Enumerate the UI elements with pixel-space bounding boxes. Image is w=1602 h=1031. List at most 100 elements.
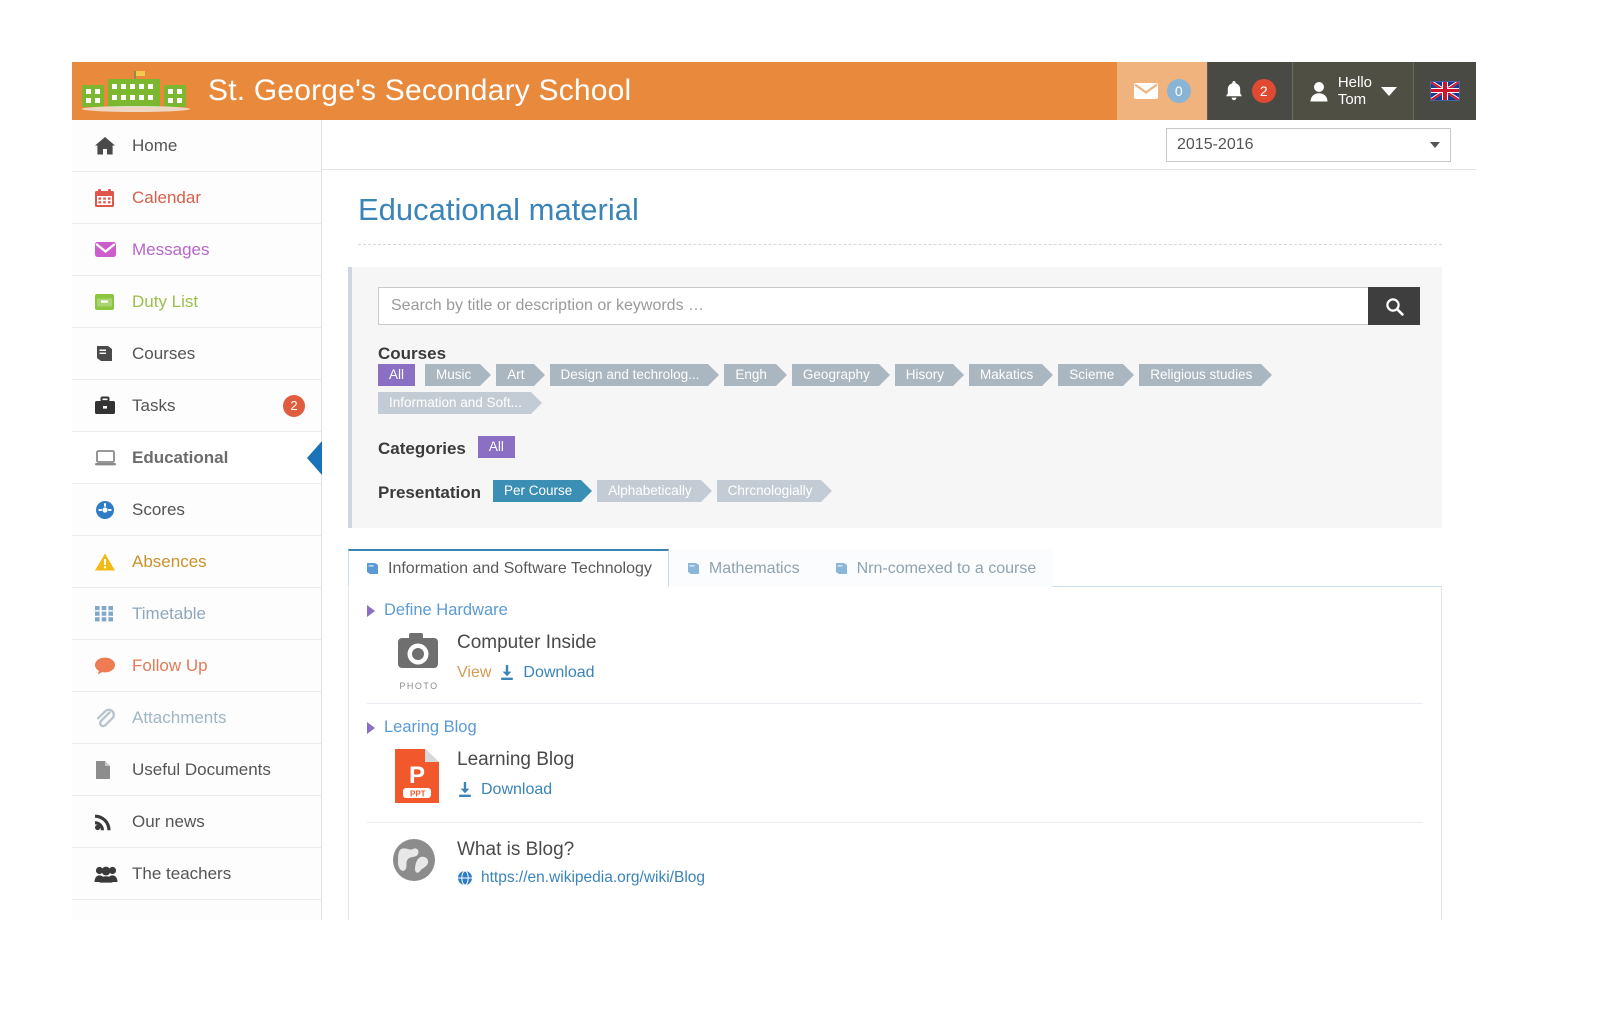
sidebar-label: Calendar (132, 187, 201, 207)
presentation-filter-row: Presentation Per Course Alphabetically C… (378, 480, 1420, 508)
material-title: Computer Inside (457, 632, 597, 653)
page-body: Home Calendar Messages Duty List Courses… (72, 120, 1476, 920)
sidebar-item-timetable[interactable]: Timetable (72, 588, 321, 640)
uk-flag-icon (1430, 81, 1460, 101)
course-pill[interactable]: Religious studies (1139, 364, 1273, 386)
material-item: What is Blog? https://en.wikipedia.org/w… (349, 823, 1441, 900)
tab-label: Information and Software Technology (388, 559, 652, 577)
course-pill[interactable]: Engh (724, 364, 787, 386)
material-title: Learning Blog (457, 749, 575, 770)
sidebar-item-attachments[interactable]: Attachments (72, 692, 321, 744)
paperclip-icon (94, 708, 124, 728)
view-link[interactable]: View (457, 664, 491, 682)
rss-icon (94, 812, 124, 831)
group-title: Define Hardware (384, 601, 508, 619)
sidebar-item-calendar[interactable]: Calendar (72, 172, 321, 224)
presentation-pill-alphabetically[interactable]: Alphabetically (597, 480, 712, 502)
sidebar-item-follow-up[interactable]: Follow Up (72, 640, 321, 692)
material-url-link[interactable]: https://en.wikipedia.org/wiki/Blog (481, 869, 705, 887)
chevron-right-icon (367, 604, 375, 617)
courses-filter-label: Courses (378, 344, 447, 363)
messages-button[interactable]: 0 (1116, 62, 1207, 120)
sidebar-item-scores[interactable]: Scores (72, 484, 321, 536)
material-item: PHOTO Computer Inside View Download (349, 622, 1441, 703)
material-item: P PPT Learning Blog Download (349, 739, 1441, 822)
svg-text:P: P (409, 762, 425, 789)
sidebar-item-educational[interactable]: Educational (72, 432, 322, 484)
tab-information-and-software-technology[interactable]: Information and Software Technology (348, 549, 669, 587)
search-input[interactable] (378, 287, 1368, 325)
presentation-pill-per-course[interactable]: Per Course (492, 480, 593, 502)
school-name-title: St. George's Secondary School (208, 74, 632, 107)
group-title: Learing Blog (384, 718, 477, 736)
chevron-down-icon (1381, 86, 1397, 96)
sidebar-item-the-teachers[interactable]: The teachers (72, 848, 321, 900)
gauge-icon (94, 500, 124, 520)
sidebar-label: Home (132, 135, 178, 155)
tab-non-connected-to-a-course[interactable]: Nrn-comexed to a course (816, 549, 1054, 587)
sidebar-item-home[interactable]: Home (72, 120, 321, 172)
category-pill-all[interactable]: All (477, 436, 515, 458)
material-body: Learning Blog Download (447, 747, 574, 810)
application-window: St. George's Secondary School 0 2 Hello … (72, 62, 1476, 920)
material-title: What is Blog? (457, 839, 575, 860)
active-item-marker-icon (307, 440, 322, 475)
course-pill-all[interactable]: All (378, 364, 416, 386)
laptop-icon (94, 449, 124, 467)
book-icon (94, 344, 124, 363)
top-header-bar: St. George's Secondary School 0 2 Hello … (72, 62, 1476, 120)
material-group-header[interactable]: Learing Blog (349, 704, 1441, 739)
tab-content-panel: Define Hardware PHOTO Computer Inside Vi… (348, 587, 1442, 920)
material-group-header[interactable]: Define Hardware (349, 587, 1441, 622)
search-button[interactable] (1368, 287, 1420, 325)
course-pill[interactable]: Music (425, 364, 492, 386)
course-pill[interactable]: Makatics (968, 364, 1054, 386)
calendar-icon (94, 188, 124, 208)
download-link[interactable]: Download (481, 781, 552, 799)
globe-icon (391, 837, 447, 888)
course-pill[interactable]: Design and techrolog... (549, 364, 720, 386)
sidebar-item-tasks[interactable]: Tasks 2 (72, 380, 321, 432)
sidebar-item-duty-list[interactable]: Duty List (72, 276, 321, 328)
user-menu-button[interactable]: Hello Tom (1291, 62, 1413, 120)
messages-count-badge: 0 (1166, 79, 1191, 103)
notifications-button[interactable]: 2 (1206, 62, 1292, 120)
chat-bubble-icon (94, 656, 124, 675)
tab-mathematics[interactable]: Mathematics (668, 549, 817, 587)
globe-small-icon (458, 870, 472, 886)
course-pill[interactable]: Art (496, 364, 545, 386)
envelope-icon (1133, 83, 1158, 99)
sidebar-item-useful-documents[interactable]: Useful Documents (72, 744, 321, 796)
person-icon (1310, 81, 1328, 101)
book-icon (835, 563, 847, 574)
page-title: Educational material (358, 192, 639, 227)
school-year-select[interactable]: 2015-2016 (1166, 127, 1451, 162)
tab-label: Nrn-comexed to a course (856, 559, 1037, 577)
sidebar-item-courses[interactable]: Courses (72, 328, 321, 380)
presentation-pill-chronologically[interactable]: Chrcnologially (716, 480, 833, 502)
home-icon (94, 136, 124, 156)
main-content: 2015-2016 Educational material Search by… (322, 120, 1476, 920)
sidebar-item-absences[interactable]: Absences (72, 536, 321, 588)
chevron-right-icon (367, 721, 375, 734)
school-building-icon (78, 71, 194, 112)
course-tabs: Information and Software Technology Math… (348, 546, 1442, 587)
material-body: Computer Inside View Download (447, 630, 596, 691)
notifications-count-badge: 2 (1251, 79, 1276, 103)
courses-pill-group: All Music Art Design and techrolog... En… (378, 364, 1420, 420)
sidebar-item-our-news[interactable]: Our news (72, 796, 321, 848)
material-links: Download (457, 781, 574, 799)
sidebar-label: Messages (132, 239, 210, 259)
course-pill[interactable]: Scieme (1058, 364, 1135, 386)
tab-label: Mathematics (708, 559, 800, 577)
course-pill[interactable]: Information and Soft... (378, 392, 542, 414)
course-pill[interactable]: Geography (791, 364, 890, 386)
filter-panel: Courses All Music Art Design and techrol… (348, 267, 1442, 528)
year-selector-bar: 2015-2016 (322, 120, 1476, 170)
sidebar-item-messages[interactable]: Messages (72, 224, 321, 276)
sidebar-label: The teachers (132, 863, 232, 883)
language-button[interactable] (1413, 62, 1476, 120)
photo-icon-caption: PHOTO (399, 681, 439, 691)
course-pill[interactable]: Hisory (894, 364, 965, 386)
download-link[interactable]: Download (523, 664, 594, 682)
